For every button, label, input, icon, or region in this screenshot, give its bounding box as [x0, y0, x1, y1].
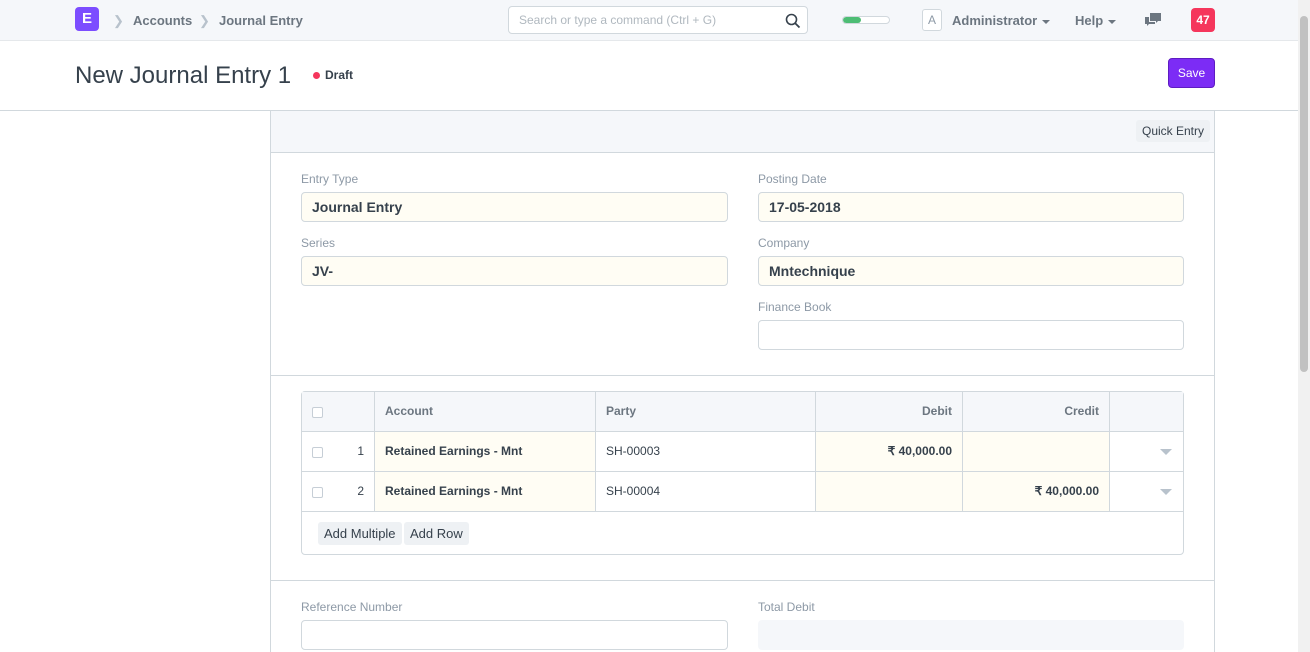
- chevron-right-icon: ❯: [199, 13, 210, 28]
- table-header: Account Party Debit Credit: [302, 392, 1183, 432]
- user-dropdown[interactable]: Administrator: [952, 13, 1051, 28]
- section-divider: [271, 580, 1214, 581]
- page-title: New Journal Entry 1: [75, 62, 292, 89]
- notification-badge[interactable]: 47: [1191, 8, 1215, 32]
- row-actions[interactable]: [1110, 472, 1183, 511]
- progress-fill: [843, 17, 862, 23]
- credit-cell[interactable]: ₹ 40,000.00: [963, 472, 1110, 511]
- app-logo[interactable]: E: [75, 7, 99, 31]
- caret-down-icon: [1042, 19, 1051, 24]
- caret-down-icon: [1108, 19, 1117, 24]
- user-label: Administrator: [952, 13, 1038, 28]
- save-button[interactable]: Save: [1168, 58, 1215, 88]
- scrollbar-thumb[interactable]: [1300, 16, 1308, 372]
- row-index: 2: [357, 484, 364, 498]
- select-all-checkbox[interactable]: [312, 407, 323, 418]
- account-cell[interactable]: Retained Earnings - Mnt: [375, 472, 596, 511]
- header-debit: Debit: [816, 392, 963, 431]
- header-account: Account: [375, 392, 596, 431]
- row-expand-caret-icon[interactable]: [1160, 449, 1172, 455]
- section-divider: [271, 375, 1214, 376]
- total-debit-label: Total Debit: [758, 600, 815, 614]
- finance-book-label: Finance Book: [758, 300, 832, 314]
- chat-icon[interactable]: [1144, 12, 1162, 28]
- total-debit-field: [758, 620, 1184, 650]
- reference-number-field[interactable]: [301, 620, 728, 650]
- header-actions: [1110, 392, 1183, 431]
- help-dropdown[interactable]: Help: [1075, 13, 1117, 28]
- draft-indicator-dot: [313, 72, 320, 79]
- row-actions[interactable]: [1110, 432, 1183, 471]
- page-scrollbar[interactable]: [1298, 0, 1310, 652]
- company-label: Company: [758, 236, 810, 250]
- posting-date-label: Posting Date: [758, 172, 827, 186]
- entry-type-label: Entry Type: [301, 172, 359, 186]
- debit-cell[interactable]: ₹ 40,000.00: [816, 432, 963, 471]
- status-indicator: Draft: [325, 68, 354, 82]
- form-layout: Quick Entry Entry Type Journal Entry Pos…: [270, 111, 1215, 652]
- reference-number-label: Reference Number: [301, 600, 403, 614]
- row-checkbox[interactable]: [312, 447, 323, 458]
- posting-date-field[interactable]: 17-05-2018: [758, 192, 1184, 222]
- breadcrumb-accounts[interactable]: Accounts: [133, 13, 192, 28]
- page-head: New Journal Entry 1 Draft Save: [0, 41, 1298, 111]
- finance-book-field[interactable]: [758, 320, 1184, 350]
- form-toolbar: Quick Entry: [271, 111, 1214, 153]
- header-row-index: [302, 392, 375, 431]
- credit-cell[interactable]: [963, 432, 1110, 471]
- series-field[interactable]: JV-: [301, 256, 728, 286]
- breadcrumb-journal-entry[interactable]: Journal Entry: [219, 13, 303, 28]
- table-row[interactable]: 2 Retained Earnings - Mnt SH-00004 ₹ 40,…: [302, 472, 1183, 512]
- add-multiple-button[interactable]: Add Multiple: [318, 522, 402, 545]
- debit-cell[interactable]: [816, 472, 963, 511]
- party-cell[interactable]: SH-00003: [596, 432, 816, 471]
- avatar[interactable]: A: [922, 9, 942, 31]
- party-cell[interactable]: SH-00004: [596, 472, 816, 511]
- entry-type-field[interactable]: Journal Entry: [301, 192, 728, 222]
- row-index-cell: 1: [302, 432, 375, 471]
- accounts-table: Account Party Debit Credit 1 Retained Ea…: [301, 391, 1184, 555]
- row-index: 1: [357, 444, 364, 458]
- row-checkbox[interactable]: [312, 487, 323, 498]
- setup-progress-bar: [842, 16, 890, 24]
- add-row-button[interactable]: Add Row: [404, 522, 469, 545]
- company-field[interactable]: Mntechnique: [758, 256, 1184, 286]
- row-index-cell: 2: [302, 472, 375, 511]
- account-cell[interactable]: Retained Earnings - Mnt: [375, 432, 596, 471]
- search-icon[interactable]: [785, 13, 801, 29]
- search-input[interactable]: [509, 7, 769, 33]
- navbar: E ❯ Accounts ❯ Journal Entry A Administr…: [0, 0, 1298, 41]
- awesomebar: [508, 6, 808, 34]
- table-row[interactable]: 1 Retained Earnings - Mnt SH-00003 ₹ 40,…: [302, 432, 1183, 472]
- header-credit: Credit: [963, 392, 1110, 431]
- series-label: Series: [301, 236, 336, 250]
- row-expand-caret-icon[interactable]: [1160, 489, 1172, 495]
- help-label: Help: [1075, 13, 1104, 28]
- chevron-right-icon: ❯: [113, 13, 124, 28]
- quick-entry-button[interactable]: Quick Entry: [1135, 120, 1210, 142]
- header-party: Party: [596, 392, 816, 431]
